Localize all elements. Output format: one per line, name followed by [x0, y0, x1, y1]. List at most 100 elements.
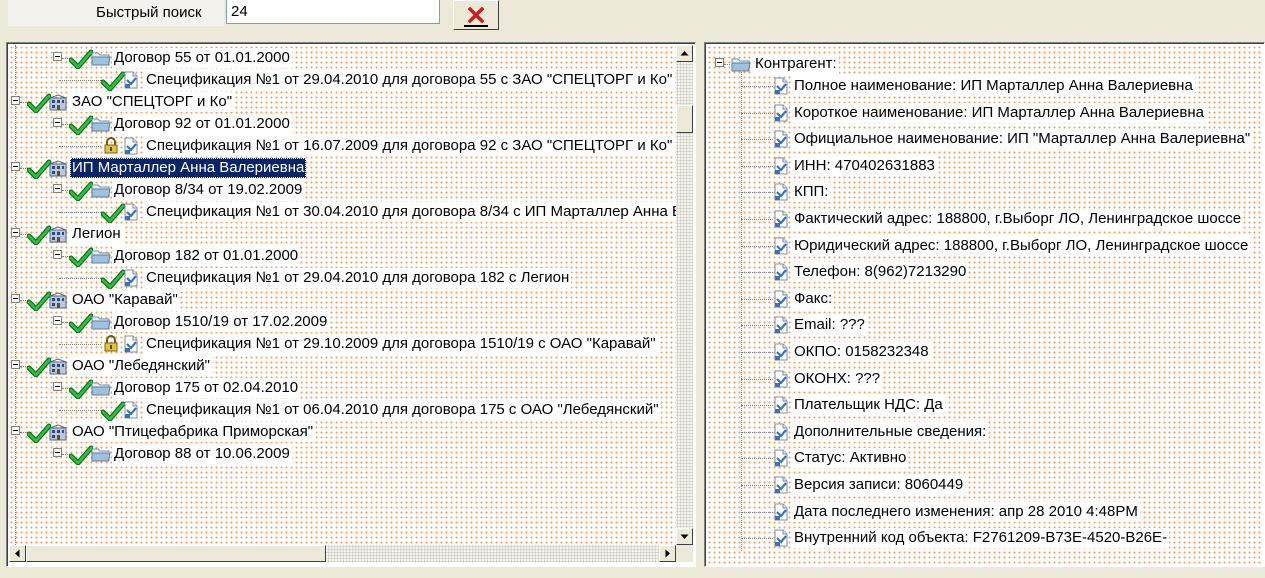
tree-node-organization[interactable]: ЗАО "СПЕЦТОРГ и Ко" — [9, 91, 676, 114]
green-check-icon[interactable] — [100, 71, 126, 92]
green-check-icon[interactable] — [26, 225, 52, 246]
tree-node-contract[interactable]: Договор 8/34 от 19.02.2009 — [9, 179, 676, 202]
green-check-icon[interactable] — [68, 115, 94, 136]
minus-box-icon[interactable] — [11, 294, 20, 303]
horizontal-scrollbar[interactable] — [9, 545, 676, 562]
green-check-icon[interactable] — [68, 313, 94, 334]
tree-node-label: Спецификация №1 от 16.07.2009 для догово… — [144, 136, 675, 156]
detail-field-label: Версия записи: 8060449 — [792, 475, 966, 495]
tree-connector — [741, 431, 773, 433]
minus-box-icon[interactable] — [11, 162, 20, 171]
document-icon — [123, 269, 139, 287]
green-check-icon[interactable] — [26, 93, 52, 114]
detail-field[interactable]: Фактический адрес: 188800, г.Выборг ЛО, … — [707, 208, 1262, 230]
counterparty-details-tree[interactable]: Контрагент: Полное наименование: ИП Марта… — [707, 45, 1262, 564]
tree-node-specification[interactable]: Спецификация №1 от 16.07.2009 для догово… — [9, 135, 676, 157]
tree-node-organization[interactable]: ОАО "Каравай" — [9, 289, 676, 312]
green-check-icon[interactable] — [26, 423, 52, 444]
tree-node-organization[interactable]: ИП Марталлер Анна Валериевна — [9, 157, 676, 180]
detail-field[interactable]: Дата последнего изменения: апр 28 2010 4… — [707, 501, 1262, 523]
tree-node-contract[interactable]: Договор 182 от 01.01.2000 — [9, 245, 676, 268]
detail-field[interactable]: Статус: Активно — [707, 447, 1262, 469]
search-input[interactable] — [226, 0, 440, 24]
minus-box-icon[interactable] — [715, 58, 724, 67]
scroll-up-button[interactable] — [676, 45, 693, 62]
green-check-icon[interactable] — [26, 159, 52, 180]
tree-node-specification[interactable]: Спецификация №1 от 29.04.2010 для догово… — [9, 69, 676, 92]
green-check-icon[interactable] — [26, 357, 52, 378]
tree-node-contract[interactable]: Договор 92 от 01.01.2000 — [9, 113, 676, 136]
minus-box-icon[interactable] — [53, 184, 62, 193]
tree-node-organization[interactable]: Легион — [9, 223, 676, 246]
green-check-icon[interactable] — [68, 379, 94, 400]
tree-node-organization[interactable]: ОАО "Птицефабрика Приморская" — [9, 421, 676, 444]
minus-box-icon[interactable] — [53, 52, 62, 61]
tree-connector — [741, 458, 773, 460]
contracts-tree[interactable]: Договор 55 от 01.01.2000 Спецификация №1 … — [9, 45, 676, 545]
detail-field[interactable]: Плательщик НДС: Да — [707, 394, 1262, 416]
tree-connector — [59, 278, 101, 279]
green-check-icon[interactable] — [68, 445, 94, 466]
detail-field[interactable]: Версия записи: 8060449 — [707, 474, 1262, 496]
tree-node-specification[interactable]: Спецификация №1 от 06.04.2010 для догово… — [9, 399, 676, 422]
clear-search-button[interactable] — [453, 0, 499, 30]
tree-node-specification[interactable]: Спецификация №1 от 30.04.2010 для догово… — [9, 201, 676, 224]
tree-node-contract[interactable]: Договор 55 от 01.01.2000 — [9, 47, 676, 70]
folder-icon — [91, 50, 111, 67]
detail-field[interactable]: Короткое наименование: ИП Марталлер Анна… — [707, 102, 1262, 124]
minus-box-icon[interactable] — [53, 448, 62, 457]
green-check-icon[interactable] — [100, 203, 126, 224]
scroll-right-button[interactable] — [659, 545, 676, 562]
green-check-icon[interactable] — [100, 401, 126, 422]
detail-field[interactable]: Дополнительные сведения: — [707, 421, 1262, 443]
detail-field[interactable]: ОКПО: 0158232348 — [707, 341, 1262, 363]
minus-box-icon[interactable] — [53, 382, 62, 391]
organization-icon — [49, 358, 67, 375]
tree-node-contract[interactable]: Договор 1510/19 от 17.02.2009 — [9, 311, 676, 334]
vertical-scroll-thumb[interactable] — [676, 105, 693, 133]
tree-node-specification[interactable]: Спецификация №1 от 29.10.2009 для догово… — [9, 333, 676, 355]
detail-field[interactable]: ОКОНХ: ??? — [707, 368, 1262, 390]
tree-node-specification[interactable]: Спецификация №1 от 29.04.2010 для догово… — [9, 267, 676, 290]
minus-box-icon[interactable] — [11, 96, 20, 105]
tree-node-root[interactable]: Контрагент: — [707, 53, 1262, 75]
green-check-icon[interactable] — [68, 247, 94, 268]
detail-field[interactable]: Телефон: 8(962)7213290 — [707, 261, 1262, 283]
document-icon — [773, 476, 789, 494]
minus-box-icon[interactable] — [53, 118, 62, 127]
detail-field[interactable]: Полное наименование: ИП Марталлер Анна В… — [707, 75, 1262, 97]
detail-field[interactable]: КПП: — [707, 181, 1262, 203]
detail-field[interactable]: Официальное наименование: ИП "Марталлер … — [707, 128, 1262, 150]
tree-node-organization[interactable]: ОАО "Лебедянский" — [9, 355, 676, 378]
tree-connector — [741, 112, 773, 114]
tree-connector — [741, 298, 773, 300]
horizontal-scroll-thumb[interactable] — [26, 545, 326, 562]
detail-field[interactable]: Email: ??? — [707, 314, 1262, 336]
detail-field-label: Факс: — [792, 288, 835, 309]
detail-field-label: Внутренний код объекта: F2761209-B73E-45… — [792, 528, 1170, 549]
green-check-icon[interactable] — [100, 269, 126, 290]
minus-box-icon[interactable] — [11, 360, 20, 369]
scroll-left-button[interactable] — [9, 545, 26, 562]
green-check-icon[interactable] — [68, 49, 94, 70]
minus-box-icon[interactable] — [53, 316, 62, 325]
detail-field[interactable]: Юридический адрес: 188800, г.Выборг ЛО, … — [707, 235, 1262, 257]
detail-field[interactable]: Факс: — [707, 288, 1262, 310]
minus-box-icon[interactable] — [11, 228, 20, 237]
tree-connector — [741, 352, 773, 353]
tree-node-contract[interactable]: Договор 175 от 02.04.2010 — [9, 377, 676, 400]
minus-box-icon[interactable] — [11, 426, 20, 435]
document-icon — [773, 343, 789, 361]
detail-field[interactable]: ИНН: 470402631883 — [707, 155, 1262, 177]
green-check-icon[interactable] — [26, 291, 52, 312]
tree-node-contract[interactable]: Договор 88 от 10.06.2009 — [9, 443, 676, 466]
vertical-scrollbar[interactable] — [676, 45, 693, 545]
tree-root-label: Контрагент: — [753, 54, 839, 74]
detail-field[interactable]: Внутренний код объекта: F2761209-B73E-45… — [707, 527, 1262, 549]
detail-field-label: Официальное наименование: ИП "Марталлер … — [792, 129, 1253, 150]
green-check-icon[interactable] — [68, 181, 94, 202]
document-icon — [123, 137, 139, 155]
minus-box-icon[interactable] — [53, 250, 62, 259]
scroll-down-button[interactable] — [676, 528, 693, 545]
tree-node-label: Спецификация №1 от 29.04.2010 для догово… — [144, 70, 675, 90]
